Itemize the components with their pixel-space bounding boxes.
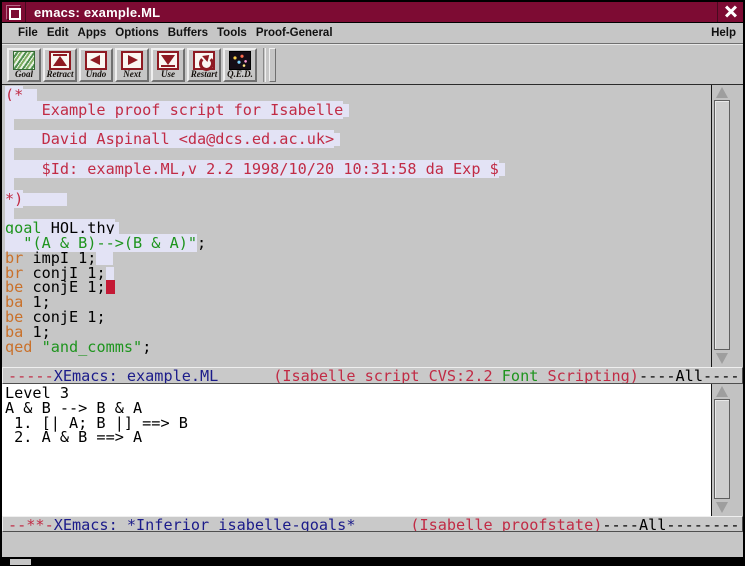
- scroll-up-arrow-icon[interactable]: [715, 87, 730, 99]
- goals-modeline[interactable]: --**-XEmacs: *Inferior isabelle-goals* (…: [2, 516, 743, 532]
- script-text-segment: ;: [197, 234, 206, 252]
- menu-item-apps[interactable]: Apps: [78, 27, 107, 39]
- scroll-down-arrow-icon[interactable]: [715, 353, 730, 365]
- script-line: $Id: example.ML,v 2.2 1998/10/20 10:31:5…: [2, 162, 711, 177]
- script-text-segment: Example proof script for Isabelle: [5, 101, 343, 119]
- locked-region-mark: [334, 133, 340, 146]
- script-line: Example proof script for Isabelle: [2, 103, 711, 118]
- xemacs-window: emacs: example.ML File Edit Apps Options Buf…: [2, 2, 743, 557]
- locked-region-mark: [5, 178, 14, 191]
- toolbar-button-next[interactable]: Next: [115, 48, 149, 82]
- close-button[interactable]: [717, 2, 743, 22]
- toolbar-button-restart[interactable]: Restart: [187, 48, 221, 82]
- script-text-segment: [32, 338, 41, 356]
- script-line: David Aspinall <da@dcs.ed.ac.uk>: [2, 132, 711, 147]
- script-text-segment: qed: [5, 338, 32, 356]
- script-line: *): [2, 192, 711, 207]
- modeline-segment: (Isabelle script CVS:2.2: [273, 367, 502, 384]
- goals-buffer[interactable]: Level 3A & B --> B & A 1. [| A; B |] ==>…: [2, 384, 711, 516]
- modeline-segment: ----All---------: [602, 516, 743, 532]
- modeline-segment: Font: [502, 367, 539, 384]
- retract-icon: [49, 51, 71, 70]
- menu-bar: File Edit Apps Options Buffers Tools Proof-Gen…: [2, 22, 743, 44]
- goals-buffer-area: Level 3A & B --> B & A 1. [| A; B |] ==>…: [2, 384, 743, 516]
- script-line: br conjI 1;: [2, 266, 711, 281]
- toolbar-button-undo[interactable]: Undo: [79, 48, 113, 82]
- locked-region-mark: [499, 163, 505, 176]
- toolbar-button-retract[interactable]: Retract: [43, 48, 77, 82]
- modeline-segment: XEmacs: example.ML: [54, 367, 219, 384]
- script-line: qed "and_comms";: [2, 340, 711, 355]
- script-text-segment: David Aspinall <da@dcs.ed.ac.uk>: [5, 130, 334, 148]
- goals-line: 2. A & B ==> A: [2, 430, 711, 445]
- modeline-segment: -----: [8, 367, 54, 384]
- script-line: ba 1;: [2, 295, 711, 310]
- goal-icon: [13, 51, 35, 70]
- modeline-segment: [218, 367, 273, 384]
- locked-region-mark: [106, 267, 114, 280]
- window-title: emacs: example.ML: [34, 5, 160, 20]
- menu-item-file[interactable]: File: [18, 27, 38, 39]
- desktop: { "window": { "title": "emacs: example.M…: [0, 0, 745, 566]
- toolbar-button-label: Use: [161, 70, 175, 79]
- window-resize-handle[interactable]: [10, 559, 31, 565]
- toolbar-separator: [269, 48, 276, 82]
- script-scrollbar[interactable]: [711, 85, 743, 367]
- restart-icon: [193, 51, 215, 70]
- title-bar[interactable]: emacs: example.ML: [2, 2, 743, 22]
- menu-item-options[interactable]: Options: [115, 27, 158, 39]
- toolbar-button-goal[interactable]: Goal: [7, 48, 41, 82]
- locked-region-mark: [23, 193, 67, 206]
- toolbar-button-label: Retract: [47, 70, 74, 79]
- menu-item-proof-general[interactable]: Proof-General: [256, 27, 333, 39]
- minibuffer-echo-area[interactable]: [2, 532, 743, 557]
- qed-icon: [229, 51, 251, 70]
- script-modeline[interactable]: -----XEmacs: example.ML (Isabelle script…: [2, 367, 743, 384]
- toolbar-button-label: Undo: [86, 70, 107, 79]
- toolbar-button-label: Goal: [15, 70, 33, 79]
- script-line: "(A & B)-->(B & A)";: [2, 236, 711, 251]
- modeline-segment: XEmacs: *Inferior isabelle-goals*: [54, 516, 356, 532]
- next-icon: [121, 51, 143, 70]
- toolbar-button-label: Q.E.D.: [227, 70, 253, 79]
- scroll-down-arrow-icon[interactable]: [715, 502, 730, 514]
- goals-scrollbar[interactable]: [711, 384, 743, 516]
- menu-item-edit[interactable]: Edit: [47, 27, 69, 39]
- menu-item-buffers[interactable]: Buffers: [168, 27, 208, 39]
- modeline-segment: (Isabelle proofstate): [410, 516, 602, 532]
- script-text-segment: $Id: example.ML,v 2.2 1998/10/20 10:31:5…: [5, 160, 499, 178]
- modeline-segment: [355, 516, 410, 532]
- toolbar: Goal Retract Undo Next Use Restart Q.E.D.: [2, 44, 743, 85]
- script-text-segment: *): [5, 190, 23, 208]
- modeline-segment: Scripting): [538, 367, 639, 384]
- script-buffer-area: (* Example proof script for Isabelle Dav…: [2, 85, 743, 367]
- close-icon: [724, 5, 738, 19]
- toolbar-button-label: Next: [123, 70, 141, 79]
- toolbar-button-label: Restart: [191, 70, 218, 79]
- titlebar-divider: [25, 2, 26, 22]
- script-buffer[interactable]: (* Example proof script for Isabelle Dav…: [2, 85, 711, 367]
- toolbar-separator: [263, 48, 266, 82]
- modeline-segment: --**-: [8, 516, 54, 532]
- script-line: be conjE 1;: [2, 280, 711, 295]
- toolbar-button-q-e-d[interactable]: Q.E.D.: [223, 48, 257, 82]
- script-line: br impI 1;: [2, 251, 711, 266]
- scrollbar-thumb[interactable]: [714, 100, 730, 350]
- locked-region-mark: [343, 104, 349, 117]
- undo-icon: [85, 51, 107, 70]
- script-line: be conjE 1;: [2, 310, 711, 325]
- scroll-up-arrow-icon[interactable]: [715, 386, 730, 398]
- text-cursor: [106, 280, 115, 294]
- window-menu-button[interactable]: [6, 5, 21, 20]
- script-text-segment: ;: [142, 338, 151, 356]
- script-text-segment: "and_comms": [42, 338, 143, 356]
- modeline-segment: ----All-----: [639, 367, 743, 384]
- toolbar-button-use[interactable]: Use: [151, 48, 185, 82]
- use-icon: [157, 51, 179, 70]
- script-line: [2, 177, 711, 192]
- scrollbar-thumb[interactable]: [714, 399, 730, 499]
- menu-item-tools[interactable]: Tools: [217, 27, 247, 39]
- menu-item-help[interactable]: Help: [711, 27, 736, 39]
